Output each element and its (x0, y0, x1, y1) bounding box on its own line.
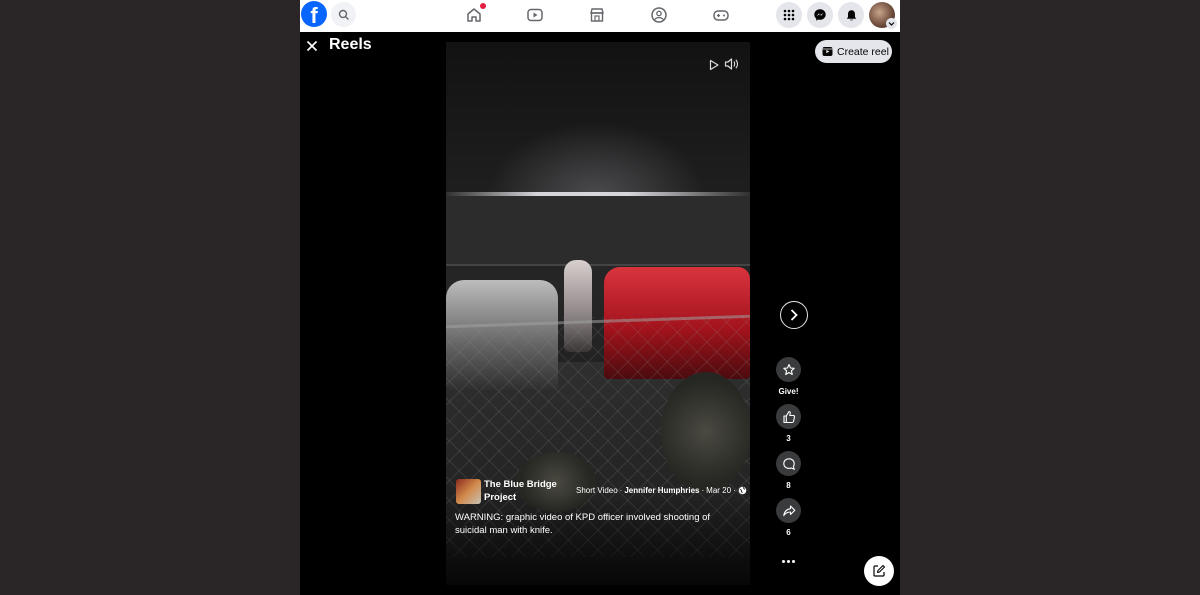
page-avatar[interactable] (456, 479, 481, 504)
share-icon (782, 504, 795, 516)
compose-button[interactable] (864, 556, 894, 586)
give-stars-button[interactable] (776, 357, 801, 382)
give-stars-label: Give! (778, 387, 799, 396)
marketplace-tab[interactable] (587, 5, 607, 25)
create-reel-button[interactable]: Create reel (815, 40, 892, 63)
post-caption: WARNING: graphic video of KPD officer in… (455, 512, 711, 536)
home-tab[interactable] (464, 3, 486, 25)
messenger-button[interactable] (807, 2, 833, 28)
volume-button[interactable] (724, 57, 740, 71)
gaming-icon (713, 10, 729, 21)
video-frame-carport (446, 196, 750, 266)
facebook-reels-window: f Reels Create reel The Blue Bridge Proj… (300, 0, 900, 595)
like-icon (782, 410, 795, 423)
meta-separator: · (733, 486, 736, 495)
reel-icon (822, 47, 833, 56)
like-button[interactable] (776, 404, 801, 429)
play-icon (709, 59, 719, 71)
comment-button[interactable] (776, 451, 801, 476)
marketplace-icon (590, 8, 604, 22)
meta-separator: · (619, 486, 623, 495)
post-date[interactable]: Mar 20 (706, 486, 731, 495)
video-shade (446, 495, 750, 585)
notifications-icon (846, 9, 856, 20)
author-link[interactable]: Jennifer Humphries (624, 486, 699, 495)
groups-tab[interactable] (649, 5, 669, 25)
post-meta: Short Video · Jennifer Humphries · Mar 2… (576, 486, 747, 495)
compose-icon (873, 564, 886, 577)
menu-grid-icon (783, 9, 795, 21)
post-type: Short Video (576, 486, 618, 495)
comment-count: 8 (786, 481, 791, 490)
page-name-link[interactable]: The Blue Bridge Project (484, 478, 564, 504)
create-reel-label: Create reel (837, 45, 889, 58)
groups-icon (651, 7, 667, 23)
gaming-tab[interactable] (711, 5, 731, 25)
video-frame-bush (661, 372, 750, 492)
home-notification-dot (480, 3, 486, 9)
facebook-logo[interactable]: f (301, 1, 327, 27)
stars-icon (782, 363, 795, 375)
share-count: 6 (786, 528, 791, 537)
video-tab[interactable] (525, 5, 545, 25)
page-title: Reels (329, 36, 372, 53)
home-icon (467, 8, 481, 22)
top-navigation-bar: f (300, 0, 900, 32)
search-button[interactable] (331, 2, 356, 27)
messenger-icon (814, 9, 826, 21)
more-dot-icon (786, 559, 790, 563)
next-reel-button[interactable] (780, 301, 808, 329)
chevron-down-icon (888, 22, 895, 26)
menu-button[interactable] (776, 2, 802, 28)
more-dot-icon (781, 559, 785, 563)
chevron-right-icon (790, 309, 798, 321)
share-button[interactable] (776, 498, 801, 523)
like-count: 3 (786, 434, 791, 443)
close-icon (306, 40, 318, 52)
meta-separator: · (701, 486, 705, 495)
account-menu-chevron[interactable] (886, 18, 897, 29)
more-dot-icon (791, 559, 795, 563)
volume-icon (724, 58, 738, 70)
globe-icon (738, 486, 747, 495)
video-icon (527, 8, 543, 22)
more-options-button[interactable] (780, 554, 796, 568)
play-button[interactable] (708, 58, 720, 71)
close-button[interactable] (304, 38, 320, 54)
search-icon (338, 9, 349, 20)
comment-icon (782, 457, 795, 470)
notifications-button[interactable] (838, 2, 864, 28)
